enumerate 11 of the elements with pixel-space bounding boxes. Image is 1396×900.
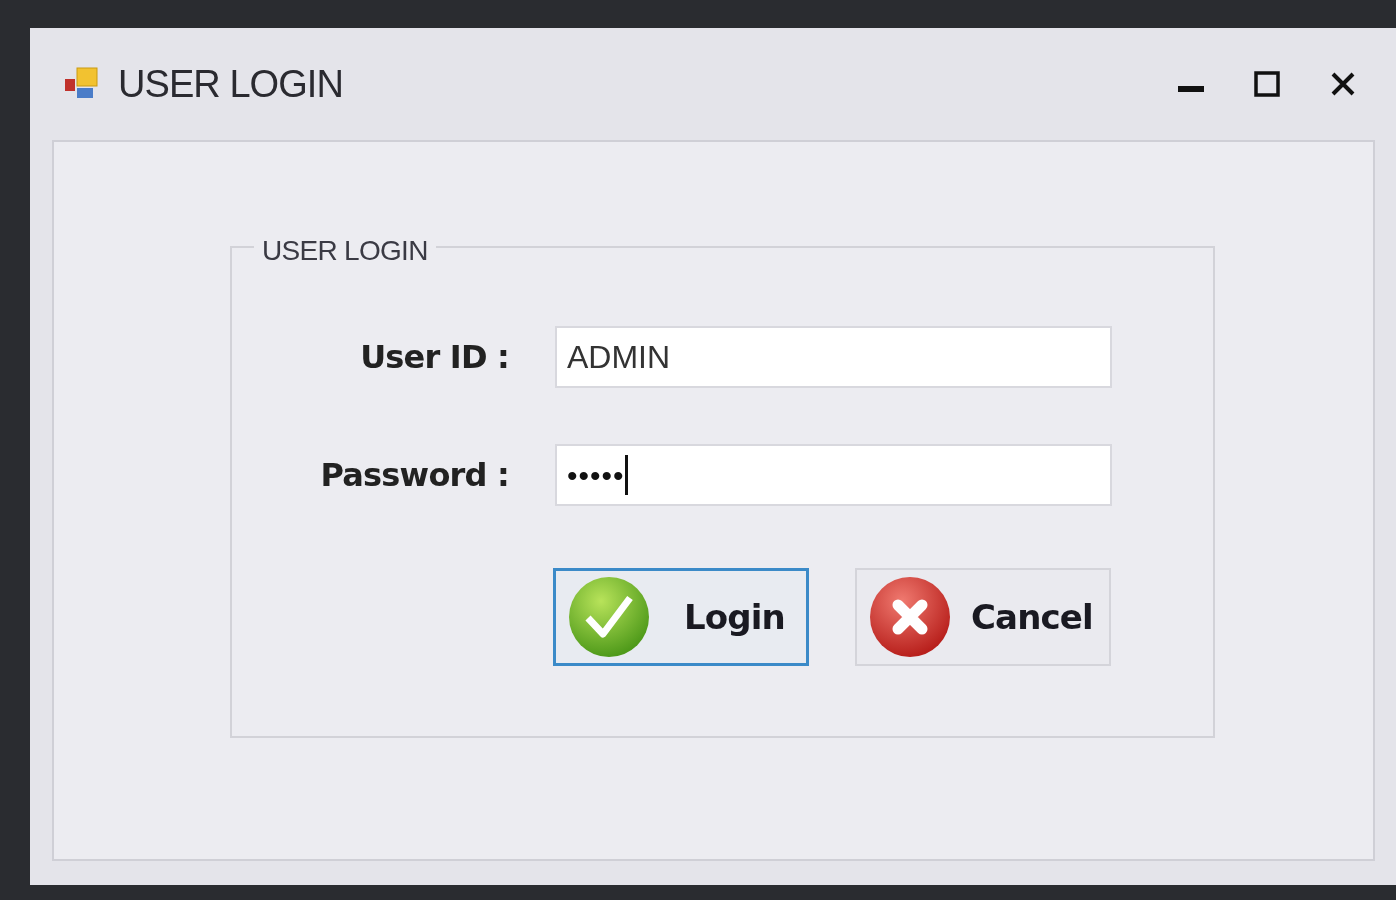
maximize-icon[interactable] xyxy=(1254,71,1280,97)
user-id-field[interactable]: ADMIN xyxy=(555,326,1112,388)
field-label: User ID : xyxy=(359,337,509,378)
login-button[interactable]: Login xyxy=(553,568,809,666)
password-field[interactable]: ••••• xyxy=(555,444,1112,506)
checkmark-icon xyxy=(568,576,650,658)
close-icon[interactable] xyxy=(1330,71,1356,97)
cancel-button[interactable]: Cancel xyxy=(855,568,1111,666)
field-label: Password : xyxy=(319,455,509,496)
window-title: USER LOGIN xyxy=(118,61,343,107)
cancel-x-icon xyxy=(869,576,951,658)
